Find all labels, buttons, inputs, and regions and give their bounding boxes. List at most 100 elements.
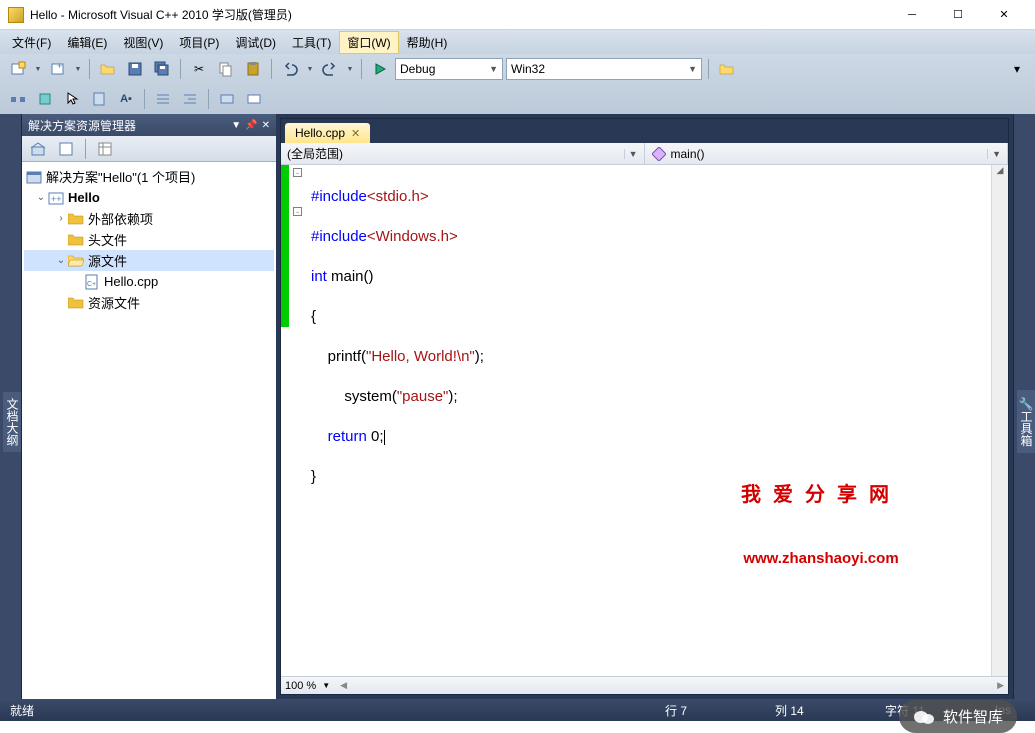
save-icon[interactable]	[123, 57, 147, 81]
expand-icon[interactable]: ›	[54, 213, 68, 224]
copy-icon[interactable]	[214, 57, 238, 81]
right-dock-toolbox[interactable]: 🔧工具箱	[1013, 114, 1035, 699]
window-title: Hello - Microsoft Visual C++ 2010 学习版(管理…	[30, 6, 889, 23]
titlebar: Hello - Microsoft Visual C++ 2010 学习版(管理…	[0, 0, 1035, 30]
dropdown-icon[interactable]: ▼	[73, 66, 83, 73]
config-label: Debug	[400, 62, 435, 76]
tab-close-icon[interactable]: ✕	[351, 127, 360, 140]
editor-area: Hello.cpp✕ (全局范围)▼ main()▼ - - #include<…	[280, 118, 1009, 695]
tree-resources[interactable]: 资源文件	[24, 292, 274, 313]
menu-edit[interactable]: 编辑(E)	[59, 31, 115, 54]
panel-menu-icon[interactable]: ▼	[231, 120, 241, 131]
status-col: 列 14	[775, 702, 835, 719]
add-item-icon[interactable]: +	[46, 57, 70, 81]
menu-file[interactable]: 文件(F)	[4, 31, 59, 54]
platform-label: Win32	[511, 62, 545, 76]
comment-icon[interactable]	[215, 87, 239, 111]
config-combo[interactable]: Debug▼	[395, 58, 503, 80]
solution-tree[interactable]: 解决方案"Hello"(1 个项目) ⌄++Hello ›外部依赖项 头文件 ⌄…	[22, 162, 276, 699]
undo-icon[interactable]	[278, 57, 302, 81]
status-ready: 就绪	[10, 702, 70, 719]
maximize-button[interactable]: ☐	[935, 0, 981, 30]
indent-more-icon[interactable]	[178, 87, 202, 111]
solution-explorer-panel: 解决方案资源管理器 ▼ 📌 ✕ 解决方案"Hello"(1 个项目) ⌄++He…	[22, 114, 276, 699]
collapse-icon[interactable]: ⌄	[34, 192, 48, 203]
fold-margin[interactable]: - -	[289, 165, 311, 676]
text-cursor	[384, 430, 385, 445]
code-content[interactable]: #include<stdio.h> #include<Windows.h> in…	[311, 165, 991, 676]
change-indicator	[281, 165, 289, 327]
dropdown-icon[interactable]: ▼	[33, 66, 43, 73]
folder-open-icon	[68, 253, 84, 269]
properties-icon[interactable]	[93, 137, 117, 161]
tree-sources[interactable]: ⌄源文件	[24, 250, 274, 271]
vertical-scrollbar[interactable]: ◢	[991, 165, 1008, 676]
overflow-icon[interactable]: ▾	[1005, 57, 1029, 81]
menu-debug[interactable]: 调试(D)	[227, 31, 284, 54]
tree-ext-deps[interactable]: ›外部依赖项	[24, 208, 274, 229]
paste-icon[interactable]	[241, 57, 265, 81]
panel-close-icon[interactable]: ✕	[262, 120, 270, 131]
tree-project[interactable]: ⌄++Hello	[24, 187, 274, 208]
method-icon	[651, 146, 667, 162]
overlay-bubble: 软件智库	[899, 700, 1017, 733]
cursor-icon[interactable]	[60, 87, 84, 111]
tab-hello-cpp[interactable]: Hello.cpp✕	[285, 123, 370, 143]
uncomment-icon[interactable]	[242, 87, 266, 111]
indent-less-icon[interactable]	[151, 87, 175, 111]
code-editor[interactable]: - - #include<stdio.h> #include<Windows.h…	[281, 165, 1008, 676]
start-debug-icon[interactable]	[368, 57, 392, 81]
menu-view[interactable]: 视图(V)	[115, 31, 171, 54]
close-button[interactable]: ✕	[981, 0, 1027, 30]
main-area: 文档大纲 解决方案资源管理器 ▼ 📌 ✕ 解决方案"Hello"(1 个项目) …	[0, 114, 1035, 699]
find-icon[interactable]	[715, 57, 739, 81]
zoom-dropdown-icon[interactable]: ▼	[322, 681, 330, 690]
menubar: 文件(F) 编辑(E) 视图(V) 项目(P) 调试(D) 工具(T) 窗口(W…	[0, 30, 1035, 54]
scroll-right-icon[interactable]: ▶	[997, 680, 1004, 691]
class-view-icon[interactable]	[6, 87, 30, 111]
panel-header: 解决方案资源管理器 ▼ 📌 ✕	[22, 114, 276, 136]
home-icon[interactable]	[26, 137, 50, 161]
folder-ref-icon	[68, 211, 84, 227]
menu-tools[interactable]: 工具(T)	[284, 31, 339, 54]
toolbars: ▼ +▼ ✂ ▼ ▼ Debug▼ Win32▼ ▾ A▪	[0, 54, 1035, 114]
dropdown-icon[interactable]: ▼	[305, 66, 315, 73]
platform-combo[interactable]: Win32▼	[506, 58, 702, 80]
bookmark-icon[interactable]	[87, 87, 111, 111]
member-combo[interactable]: main()▼	[645, 143, 1009, 164]
watermark: 我爱分享网 www.zhanshaoyi.com	[741, 445, 901, 609]
scroll-left-icon[interactable]: ◀	[340, 680, 347, 691]
pin-icon[interactable]: 📌	[245, 120, 257, 131]
tree-solution-root[interactable]: 解决方案"Hello"(1 个项目)	[24, 166, 274, 187]
zoom-bar: 100 % ▼ ◀ ▶	[281, 676, 1008, 694]
scope-combo[interactable]: (全局范围)▼	[281, 143, 645, 164]
panel-title: 解决方案资源管理器	[28, 117, 136, 134]
redo-icon[interactable]	[318, 57, 342, 81]
object-icon[interactable]	[33, 87, 57, 111]
minimize-button[interactable]: ─	[889, 0, 935, 30]
cut-icon[interactable]: ✂	[187, 57, 211, 81]
menu-window[interactable]: 窗口(W)	[339, 31, 398, 54]
open-icon[interactable]	[96, 57, 120, 81]
collapse-icon[interactable]: ⌄	[54, 255, 68, 266]
tree-file-hello[interactable]: C+Hello.cpp	[24, 271, 274, 292]
panel-toolbar	[22, 136, 276, 162]
menu-help[interactable]: 帮助(H)	[399, 31, 456, 54]
font-icon[interactable]: A▪	[114, 87, 138, 111]
save-all-icon[interactable]	[150, 57, 174, 81]
editor-tabs: Hello.cpp✕	[281, 119, 1008, 143]
solution-icon	[26, 169, 42, 185]
status-line: 行 7	[665, 702, 725, 719]
folder-icon	[68, 232, 84, 248]
svg-text:++: ++	[51, 194, 62, 204]
menu-project[interactable]: 项目(P)	[171, 31, 227, 54]
svg-text:C+: C+	[87, 281, 96, 288]
show-all-icon[interactable]	[54, 137, 78, 161]
editor-navbar: (全局范围)▼ main()▼	[281, 143, 1008, 165]
cpp-file-icon: C+	[84, 274, 100, 290]
dropdown-icon[interactable]: ▼	[345, 66, 355, 73]
new-project-icon[interactable]	[6, 57, 30, 81]
project-icon: ++	[48, 190, 64, 206]
tree-headers[interactable]: 头文件	[24, 229, 274, 250]
left-dock-outline[interactable]: 文档大纲	[0, 114, 22, 699]
